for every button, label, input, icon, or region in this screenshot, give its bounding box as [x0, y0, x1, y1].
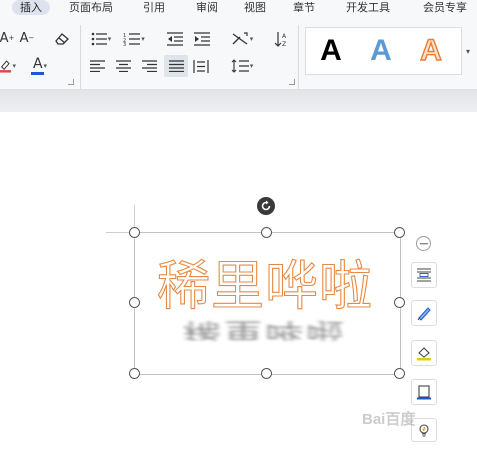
grow-font-button[interactable]: A +	[0, 29, 14, 47]
collapse-toolbar-icon[interactable]	[416, 236, 431, 251]
style-blue-text[interactable]: A	[358, 30, 404, 72]
font-color-swatch	[31, 72, 44, 75]
align-right-icon[interactable]	[140, 57, 158, 75]
sort-icon[interactable]: AZ	[272, 29, 292, 49]
svg-text:A: A	[282, 33, 287, 40]
shrink-font-button[interactable]: A −	[18, 29, 36, 47]
text-wrap-icon[interactable]	[411, 262, 437, 288]
rotate-handle-icon[interactable]	[257, 197, 275, 215]
paragraph-group-launcher[interactable]	[289, 79, 295, 85]
font-group-launcher[interactable]	[68, 79, 74, 85]
style-black-text[interactable]: A	[308, 30, 354, 72]
tab-insert[interactable]: 插入	[12, 0, 50, 15]
resize-handle-bottom-left[interactable]	[129, 368, 140, 379]
resize-handle-top[interactable]	[261, 227, 272, 238]
bullet-list-icon[interactable]: ▾	[88, 30, 114, 48]
ribbon-tab-bar: 插入 页面布局 引用 审阅 视图 章节 开发工具 会员专享	[0, 0, 477, 17]
fill-color-icon[interactable]	[411, 340, 437, 366]
tab-chapter[interactable]: 章节	[293, 0, 315, 15]
tab-member-exclusive[interactable]: 会员专享	[423, 0, 467, 15]
align-left-icon[interactable]	[88, 57, 106, 75]
increase-indent-icon[interactable]	[192, 30, 212, 48]
svg-text:Z: Z	[282, 41, 286, 47]
resize-handle-top-left[interactable]	[129, 227, 140, 238]
resize-handle-bottom-right[interactable]	[394, 368, 405, 379]
resize-handle-left[interactable]	[129, 297, 140, 308]
numbered-list-icon[interactable]: 123 ▾	[120, 30, 148, 48]
ribbon-toolbar: A + A − ▾ A ▾ ▾ 123 ▾ ▾ AZ ▾ A A A ▾	[0, 17, 477, 90]
outline-icon[interactable]	[411, 379, 437, 405]
divider	[298, 25, 299, 89]
watermark-logo: Bai百度	[362, 411, 416, 428]
svg-text:3: 3	[123, 42, 126, 46]
gallery-more-button[interactable]: ▾	[462, 43, 474, 59]
line-spacing-icon[interactable]: ▾	[227, 56, 257, 76]
decrease-indent-icon[interactable]	[165, 30, 185, 48]
tab-page-layout[interactable]: 页面布局	[69, 0, 113, 15]
style-orange-outline-text[interactable]: A	[408, 30, 454, 72]
distributed-align-icon[interactable]	[192, 57, 210, 75]
tab-references[interactable]: 引用	[143, 0, 165, 15]
divider	[80, 25, 81, 89]
text-style-gallery: A A A	[305, 27, 462, 75]
highlight-icon[interactable]: ▾	[0, 57, 16, 75]
align-center-icon[interactable]	[114, 57, 132, 75]
justify-icon[interactable]	[164, 55, 188, 77]
eraser-icon[interactable]	[53, 30, 71, 48]
tab-review[interactable]: 审阅	[196, 0, 218, 15]
font-color-button[interactable]: A ▾	[28, 56, 52, 76]
wordart-text[interactable]: 稀里哗啦	[140, 255, 390, 319]
tab-view[interactable]: 视图	[244, 0, 266, 15]
tab-developer-tools[interactable]: 开发工具	[346, 0, 390, 15]
resize-handle-right[interactable]	[394, 297, 405, 308]
resize-handle-bottom[interactable]	[261, 368, 272, 379]
ribbon-shadow	[0, 90, 477, 112]
text-direction-icon[interactable]: ▾	[227, 29, 257, 49]
resize-handle-top-right[interactable]	[394, 227, 405, 238]
shape-style-icon[interactable]	[411, 300, 437, 326]
